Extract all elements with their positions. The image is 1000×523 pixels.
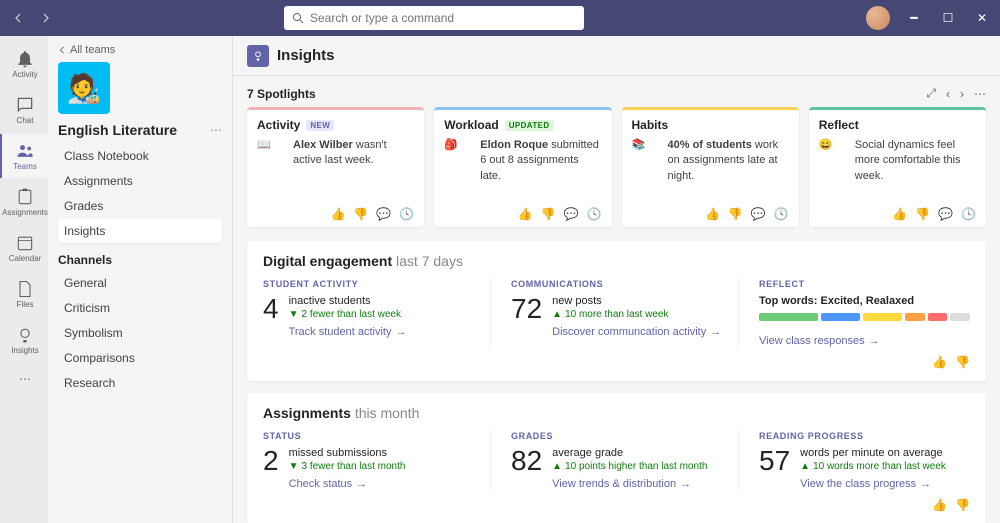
status-col: STATUS 2missed submissions▼3 fewer than … (263, 431, 491, 490)
channel-criticism[interactable]: Criticism (58, 296, 222, 320)
clock-icon[interactable]: 🕓 (587, 207, 602, 221)
card-activity[interactable]: ActivityNEW 📖Alex Wilber wasn't active l… (247, 107, 424, 227)
prev-icon[interactable]: ‹ (946, 87, 950, 101)
title-bar: ━ ☐ ✕ (0, 0, 1000, 36)
rail-calendar[interactable]: Calendar (0, 226, 48, 270)
page-title: Insights (277, 47, 335, 64)
books-icon: 📚 (632, 138, 660, 166)
nav-forward-icon[interactable] (36, 8, 56, 28)
team-more-icon[interactable]: ⋯ (210, 123, 222, 137)
chat-icon[interactable]: 💬 (564, 207, 579, 221)
next-icon[interactable]: › (960, 87, 964, 101)
app-rail: Activity Chat Teams Assignments Calendar… (0, 36, 48, 523)
faces-icon: 😄 (819, 138, 847, 166)
spotlight-cards: ActivityNEW 📖Alex Wilber wasn't active l… (247, 107, 986, 227)
clock-icon[interactable]: 🕓 (399, 207, 414, 221)
search-input[interactable] (310, 11, 576, 25)
insights-app-icon (247, 45, 269, 67)
team-title: English Literature (58, 122, 177, 138)
thumbs-up-icon[interactable]: 👍 (705, 207, 720, 221)
nav-class-notebook[interactable]: Class Notebook (58, 144, 222, 168)
search-icon (292, 12, 304, 24)
view-responses-link[interactable]: View class responses → (759, 335, 880, 347)
book-icon: 📖 (257, 138, 285, 166)
nav-grades[interactable]: Grades (58, 194, 222, 218)
panel-thumbs-up-icon[interactable]: 👍 (932, 498, 947, 512)
thumbs-down-icon[interactable]: 👎 (728, 207, 743, 221)
check-status-link[interactable]: Check status → (289, 478, 368, 490)
nav-back-icon[interactable] (8, 8, 28, 28)
search-box[interactable] (284, 6, 584, 30)
reflect-bars (759, 313, 970, 321)
panel-thumbs-up-icon[interactable]: 👍 (932, 355, 947, 369)
rail-assignments[interactable]: Assignments (0, 180, 48, 224)
user-avatar[interactable] (866, 6, 890, 30)
thumbs-up-icon[interactable]: 👍 (330, 207, 345, 221)
chat-icon[interactable]: 💬 (376, 207, 391, 221)
thumbs-down-icon[interactable]: 👎 (915, 207, 930, 221)
view-trends-link[interactable]: View trends & distribution → (552, 478, 691, 490)
grades-col: GRADES 82average grade▲10 points higher … (511, 431, 739, 490)
reading-col: READING PROGRESS 57words per minute on a… (759, 431, 970, 490)
team-avatar[interactable]: 🧑‍🎨 (58, 62, 110, 114)
track-activity-link[interactable]: Track student activity → (289, 326, 407, 338)
channels-list: General Criticism Symbolism Comparisons … (58, 271, 222, 395)
student-activity-col: STUDENT ACTIVITY 4inactive students▼2 fe… (263, 279, 491, 347)
window-minimize-icon[interactable]: ━ (904, 8, 924, 28)
engagement-panel: Digital engagement last 7 days STUDENT A… (247, 241, 986, 381)
main-area: Insights 7 Spotlights ⤢ ‹ › ⋯ ActivityNE… (233, 36, 1000, 523)
view-progress-link[interactable]: View the class progress → (800, 478, 931, 490)
thumbs-down-icon[interactable]: 👎 (541, 207, 556, 221)
nav-insights[interactable]: Insights (58, 219, 222, 243)
chat-icon[interactable]: 💬 (751, 207, 766, 221)
rail-teams[interactable]: Teams (0, 134, 48, 178)
team-sidebar: All teams 🧑‍🎨 English Literature ⋯ Class … (48, 36, 233, 523)
window-maximize-icon[interactable]: ☐ (938, 8, 958, 28)
thumbs-down-icon[interactable]: 👎 (353, 207, 368, 221)
rail-chat[interactable]: Chat (0, 88, 48, 132)
card-reflect[interactable]: Reflect 😄Social dynamics feel more comfo… (809, 107, 986, 227)
all-teams-link[interactable]: All teams (58, 44, 222, 56)
chat-icon[interactable]: 💬 (938, 207, 953, 221)
panel-thumbs-down-icon[interactable]: 👎 (955, 498, 970, 512)
channel-general[interactable]: General (58, 271, 222, 295)
channel-comparisons[interactable]: Comparisons (58, 346, 222, 370)
thumbs-up-icon[interactable]: 👍 (892, 207, 907, 221)
window-close-icon[interactable]: ✕ (972, 8, 992, 28)
spotlights-more-icon[interactable]: ⋯ (974, 87, 986, 101)
card-habits[interactable]: Habits 📚40% of students work on assignme… (622, 107, 799, 227)
clock-icon[interactable]: 🕓 (961, 207, 976, 221)
channel-symbolism[interactable]: Symbolism (58, 321, 222, 345)
channel-research[interactable]: Research (58, 371, 222, 395)
spotlights-count: 7 Spotlights (247, 87, 316, 101)
panel-thumbs-down-icon[interactable]: 👎 (955, 355, 970, 369)
channels-header: Channels (58, 253, 222, 267)
rail-files[interactable]: Files (0, 272, 48, 316)
card-workload[interactable]: WorkloadUPDATED 🎒Eldon Roque submitted 6… (434, 107, 611, 227)
backpack-icon: 🎒 (444, 138, 472, 166)
discover-comms-link[interactable]: Discover communcation activity → (552, 326, 721, 338)
thumbs-up-icon[interactable]: 👍 (518, 207, 533, 221)
nav-assignments[interactable]: Assignments (58, 169, 222, 193)
rail-more-icon[interactable]: ⋯ (0, 364, 48, 394)
communications-col: COMMUNICATIONS 72new posts▲10 more than … (511, 279, 739, 347)
team-nav: Class Notebook Assignments Grades Insigh… (58, 144, 222, 243)
clock-icon[interactable]: 🕓 (774, 207, 789, 221)
page-header: Insights (233, 36, 1000, 76)
assignments-panel: Assignments this month STATUS 2missed su… (247, 393, 986, 523)
collapse-icon[interactable]: ⤢ (926, 86, 936, 101)
rail-insights[interactable]: Insights (0, 318, 48, 362)
rail-activity[interactable]: Activity (0, 42, 48, 86)
reflect-col: REFLECT Top words: Excited, Realaxed Vie… (759, 279, 970, 347)
